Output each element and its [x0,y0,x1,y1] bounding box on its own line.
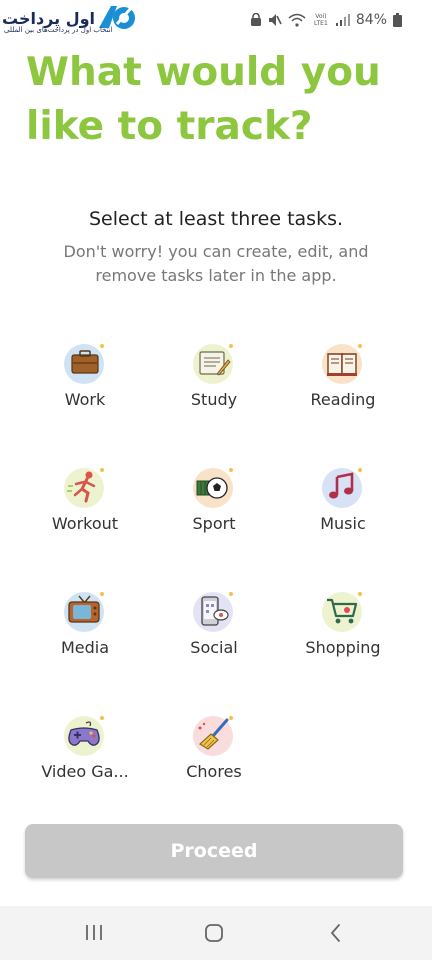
task-label: Social [190,638,238,657]
book-icon [322,344,362,384]
runner-icon [64,468,104,508]
task-social[interactable]: Social [149,588,279,678]
task-music[interactable]: Music [278,464,408,554]
proceed-button[interactable]: Proceed [25,824,403,878]
back-icon [331,924,340,942]
home-icon [205,924,223,942]
task-label: Reading [310,390,376,409]
wifi-icon [288,13,306,27]
task-reading[interactable]: Reading [278,340,408,430]
task-sport[interactable]: Sport [149,464,279,554]
gamepad-icon [64,716,104,756]
instruction-text: Select at least three tasks. [88,208,344,230]
task-label: Work [64,390,106,409]
recent-apps-icon [86,925,102,940]
task-work[interactable]: Work [20,340,150,430]
soccer-icon [193,468,233,508]
signal-icon [335,14,350,26]
watermark-subtext: انتخاب اول در پرداخت‌های بین المللی [4,26,113,34]
task-label: Music [320,514,366,533]
briefcase-icon [64,344,104,384]
task-label: Workout [51,514,119,533]
back-button[interactable] [321,920,351,946]
phone-chat-icon [193,592,233,632]
notebook-icon [193,344,233,384]
recent-apps-button[interactable] [79,920,109,946]
broom-icon [193,716,233,756]
cart-icon [322,592,362,632]
task-study[interactable]: Study [149,340,279,430]
task-media[interactable]: Media [20,588,150,678]
navigation-bar [0,906,432,960]
task-label: Video Ga... [41,762,129,781]
task-label: Sport [192,514,236,533]
status-icons: Voi) LTE1 84% [250,12,402,28]
task-label: Media [60,638,110,657]
task-label: Shopping [305,638,381,657]
task-shopping[interactable]: Shopping [278,588,408,678]
tv-icon [64,592,104,632]
music-note-icon [322,468,362,508]
task-label: Chores [186,762,242,781]
page-title: What would you like to track? [26,50,381,149]
description-text: Don't worry! you can create, edit, and r… [63,242,369,285]
task-workout[interactable]: Workout [20,464,150,554]
task-video-games[interactable]: Video Ga... [20,712,150,802]
task-chores[interactable]: Chores [149,712,279,802]
battery-icon [393,13,402,27]
home-button[interactable] [199,920,229,946]
network-label: Voi) LTE1 [313,13,328,27]
status-bar: اول پرداخت انتخاب اول در پرداخت‌های بین … [0,0,432,40]
lock-icon [250,13,261,26]
task-label: Study [190,390,238,409]
battery-percent: 84% [355,12,387,28]
mute-icon [268,14,282,26]
